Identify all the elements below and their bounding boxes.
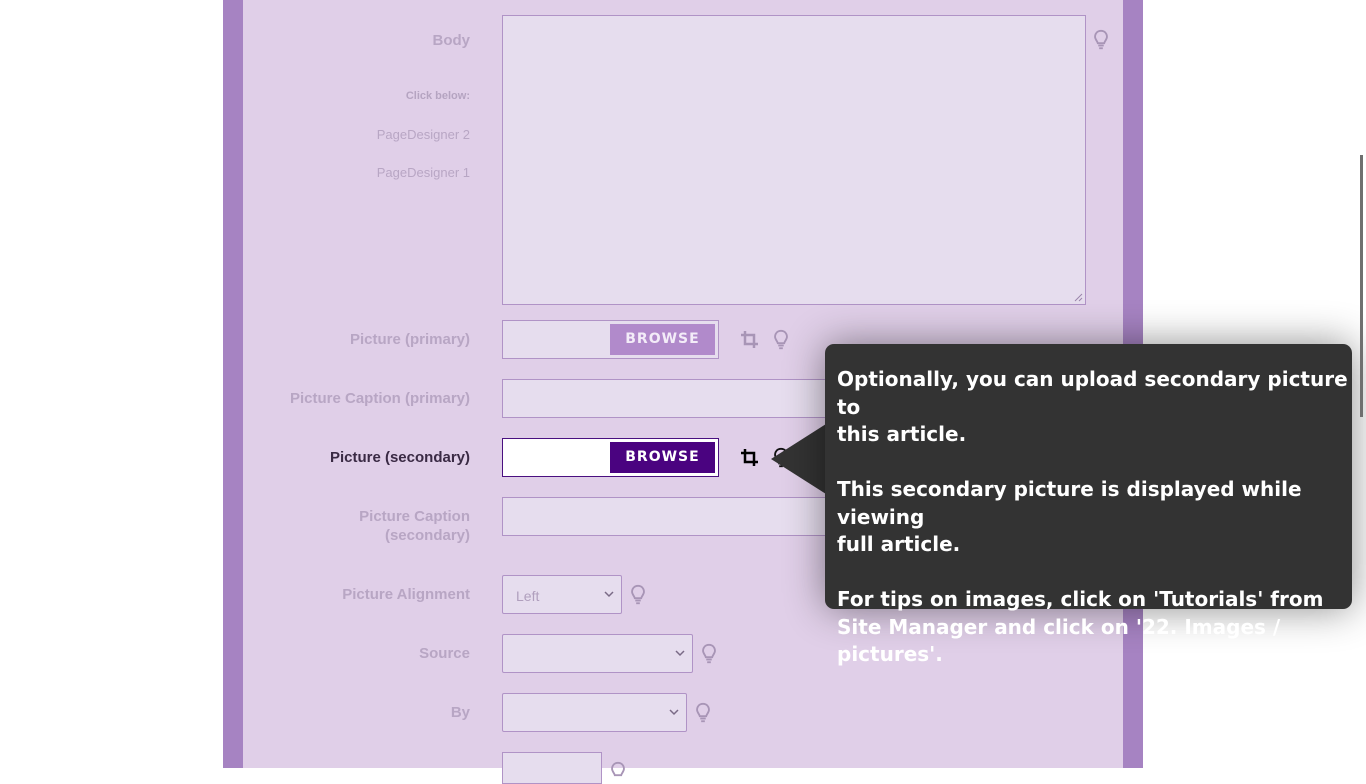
picture-primary-crop-icon[interactable] (740, 329, 760, 351)
tooltip-paragraph-3: For tips on images, click on 'Tutorials'… (837, 587, 1324, 666)
picture-secondary-browse-button[interactable]: BROWSE (610, 442, 715, 473)
picture-primary-label: Picture (primary) (349, 331, 470, 348)
picture-alignment-select[interactable]: Left (502, 575, 622, 614)
picture-primary-browse-button[interactable]: BROWSE (610, 324, 715, 355)
picture-alignment-value: Left (516, 588, 540, 604)
by-label: By (450, 704, 470, 721)
chevron-down-icon (604, 591, 614, 598)
picture-caption-secondary-label: Picture Caption (secondary) (264, 507, 470, 545)
picture-caption-secondary-label-line1: Picture Caption (359, 508, 470, 525)
page-scrollbar[interactable] (1360, 155, 1363, 417)
chevron-down-icon (669, 709, 679, 716)
page-designer-1-link[interactable]: PageDesigner 1 (264, 165, 470, 180)
source-hint-bulb-icon[interactable] (700, 643, 718, 665)
picture-alignment-hint-bulb-icon[interactable] (629, 584, 647, 606)
next-field-input[interactable] (502, 752, 602, 784)
by-select[interactable] (502, 693, 687, 732)
picture-caption-primary-label: Picture Caption (primary) (289, 390, 470, 407)
body-hint-bulb-icon[interactable] (1092, 29, 1110, 51)
picture-secondary-file-input[interactable]: BROWSE (502, 438, 719, 477)
picture-primary-file-input[interactable]: BROWSE (502, 320, 719, 359)
next-field-hint-bulb-icon[interactable] (609, 761, 627, 783)
picture-caption-secondary-label-line2: (secondary) (384, 527, 470, 544)
body-label: Body (432, 32, 471, 49)
click-below-label: Click below: (405, 90, 470, 102)
page-designer-2-link[interactable]: PageDesigner 2 (264, 127, 470, 142)
source-select[interactable] (502, 634, 693, 673)
by-hint-bulb-icon[interactable] (694, 702, 712, 724)
tooltip-paragraph-2: This secondary picture is displayed whil… (837, 477, 1302, 556)
help-tooltip: Optionally, you can upload secondary pic… (825, 344, 1352, 666)
picture-alignment-label: Picture Alignment (342, 586, 470, 603)
chevron-down-icon (675, 650, 685, 657)
tooltip-arrow (771, 424, 826, 494)
picture-primary-hint-bulb-icon[interactable] (772, 329, 790, 351)
picture-secondary-crop-icon[interactable] (740, 447, 760, 469)
body-textarea[interactable] (502, 15, 1086, 305)
tooltip-paragraph-1: Optionally, you can upload secondary pic… (837, 367, 1348, 446)
picture-secondary-label: Picture (secondary) (329, 449, 470, 466)
source-label: Source (419, 645, 470, 662)
resize-handle-icon[interactable] (1073, 292, 1083, 302)
